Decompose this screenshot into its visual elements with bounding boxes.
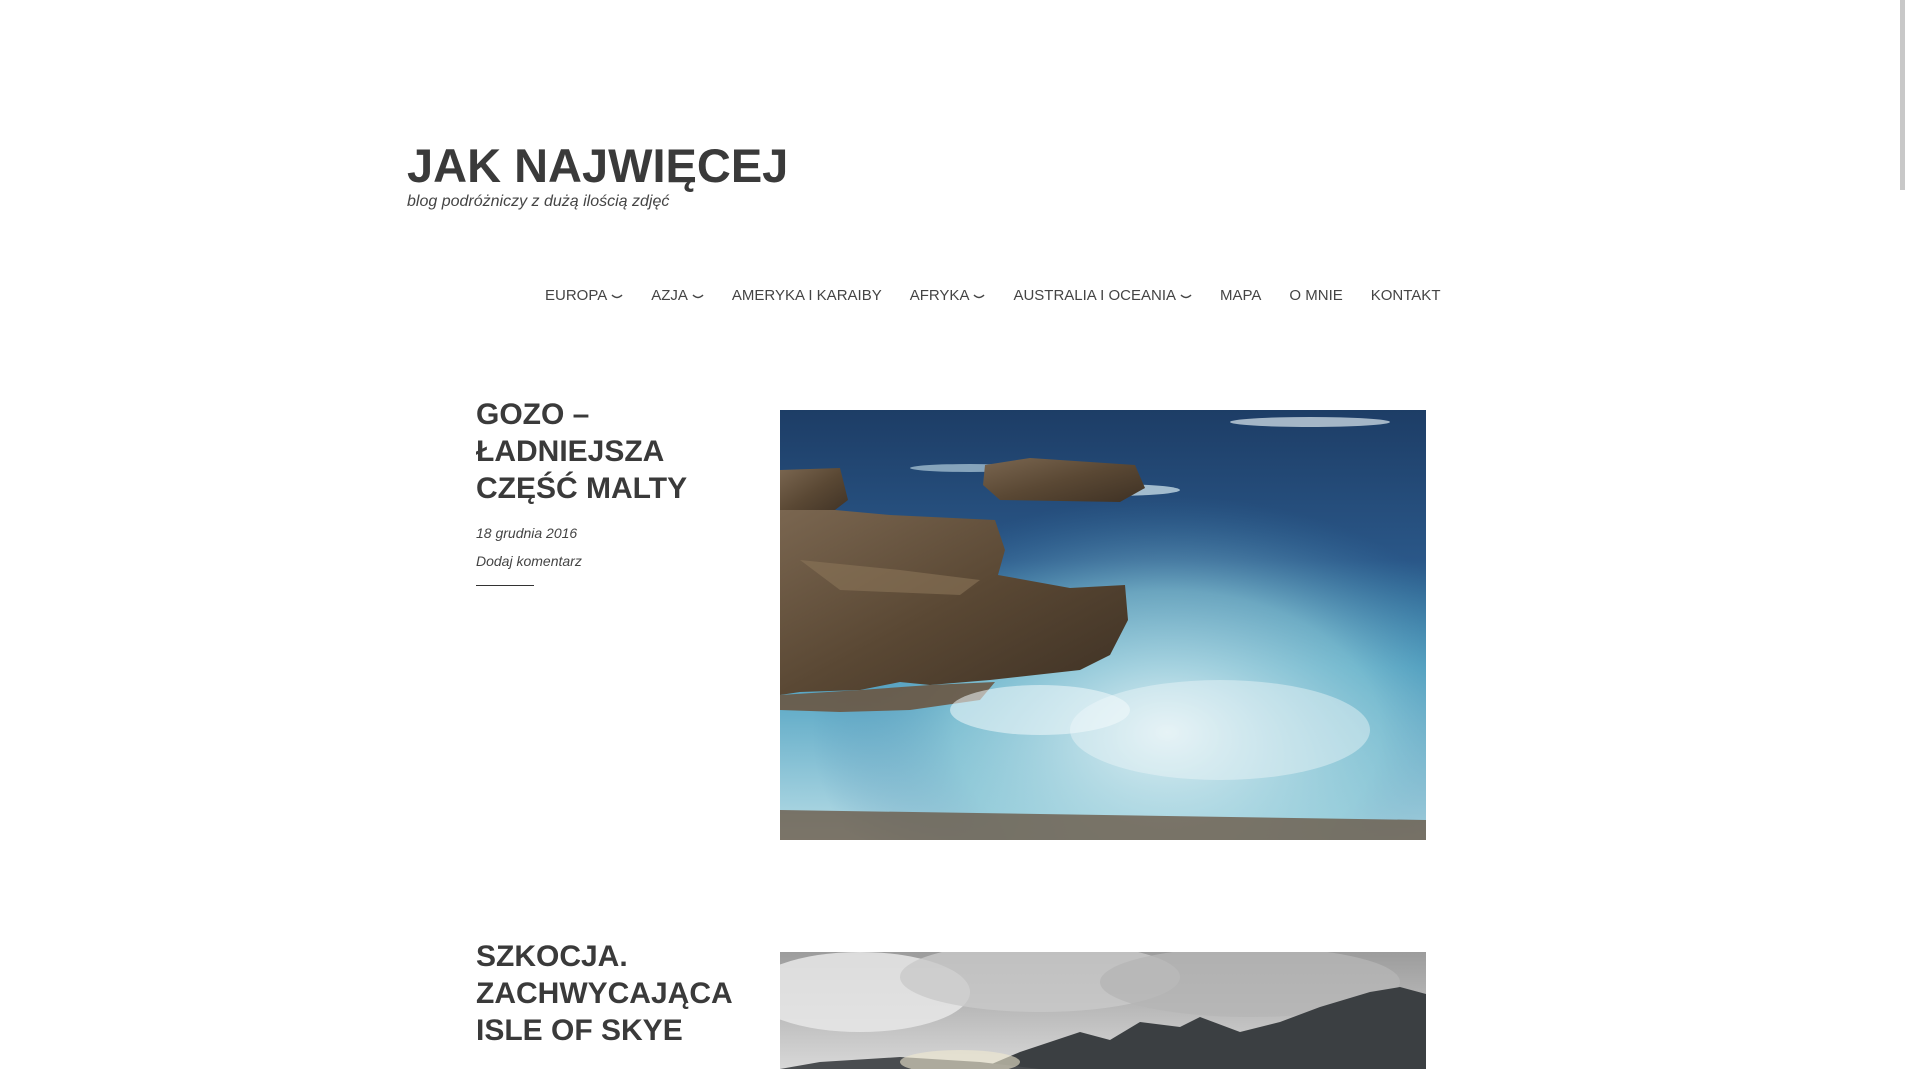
mountains-clouds-photo [780, 952, 1426, 1069]
site-title[interactable]: JAK NAJWIĘCEJ [407, 138, 788, 194]
post-title[interactable]: GOZO – ŁADNIEJSZA CZĘŚĆ MALTY [476, 396, 746, 507]
post-image[interactable] [780, 952, 1426, 1069]
post-title[interactable]: SZKOCJA. ZACHWYCAJĄCA ISLE OF SKYE [476, 938, 746, 1049]
chevron-down-icon [1180, 294, 1192, 299]
nav-item-afryka[interactable]: AFRYKA [910, 287, 986, 304]
post-date[interactable]: 18 grudnia 2016 [476, 525, 746, 541]
site-header: JAK NAJWIĘCEJ blog podróżniczy z dużą il… [407, 138, 788, 211]
nav-item-ameryka-i-karaiby[interactable]: AMERYKA I KARAIBY [732, 287, 882, 304]
nav-item-label: AMERYKA I KARAIBY [731, 287, 882, 304]
divider [476, 585, 534, 586]
nav-item-mapa[interactable]: MAPA [1220, 287, 1261, 304]
post-image[interactable] [780, 410, 1426, 840]
site-description: blog podróżniczy z dużą ilością zdjęć [407, 193, 670, 210]
nav-item-australia-i-oceania[interactable]: AUSTRALIA I OCEANIA [1013, 287, 1192, 304]
nav-item-label: EUROPA [545, 287, 608, 304]
nav-item-o-mnie[interactable]: O MNIE [1289, 287, 1342, 304]
chevron-down-icon [611, 294, 623, 299]
rocky-coast-sea-photo [780, 410, 1426, 840]
post-comments-link[interactable]: Dodaj komentarz [476, 553, 746, 569]
chevron-down-icon [973, 294, 985, 299]
nav-item-europa[interactable]: EUROPA [545, 287, 623, 304]
nav-item-label: MAPA [1220, 287, 1262, 304]
chevron-down-icon [692, 294, 704, 299]
nav-item-label: AZJA [651, 287, 688, 304]
scrollbar[interactable] [1900, 0, 1905, 190]
nav-item-label: O MNIE [1289, 287, 1343, 304]
nav-item-azja[interactable]: AZJA [651, 287, 704, 304]
nav-item-kontakt[interactable]: KONTAKT [1371, 287, 1441, 304]
post: GOZO – ŁADNIEJSZA CZĘŚĆ MALTY 18 grudnia… [476, 396, 746, 586]
main-nav: EUROPA AZJA AMERYKA I KARAIBY AFRYKA AUS… [545, 287, 1440, 304]
nav-item-label: AUSTRALIA I OCEANIA [1013, 287, 1176, 304]
post: SZKOCJA. ZACHWYCAJĄCA ISLE OF SKYE [476, 938, 746, 1049]
page: JAK NAJWIĘCEJ blog podróżniczy z dużą il… [0, 0, 1905, 1069]
nav-item-label: KONTAKT [1370, 287, 1441, 304]
nav-item-label: AFRYKA [909, 287, 970, 304]
post-meta: 18 grudnia 2016 Dodaj komentarz [476, 525, 746, 569]
